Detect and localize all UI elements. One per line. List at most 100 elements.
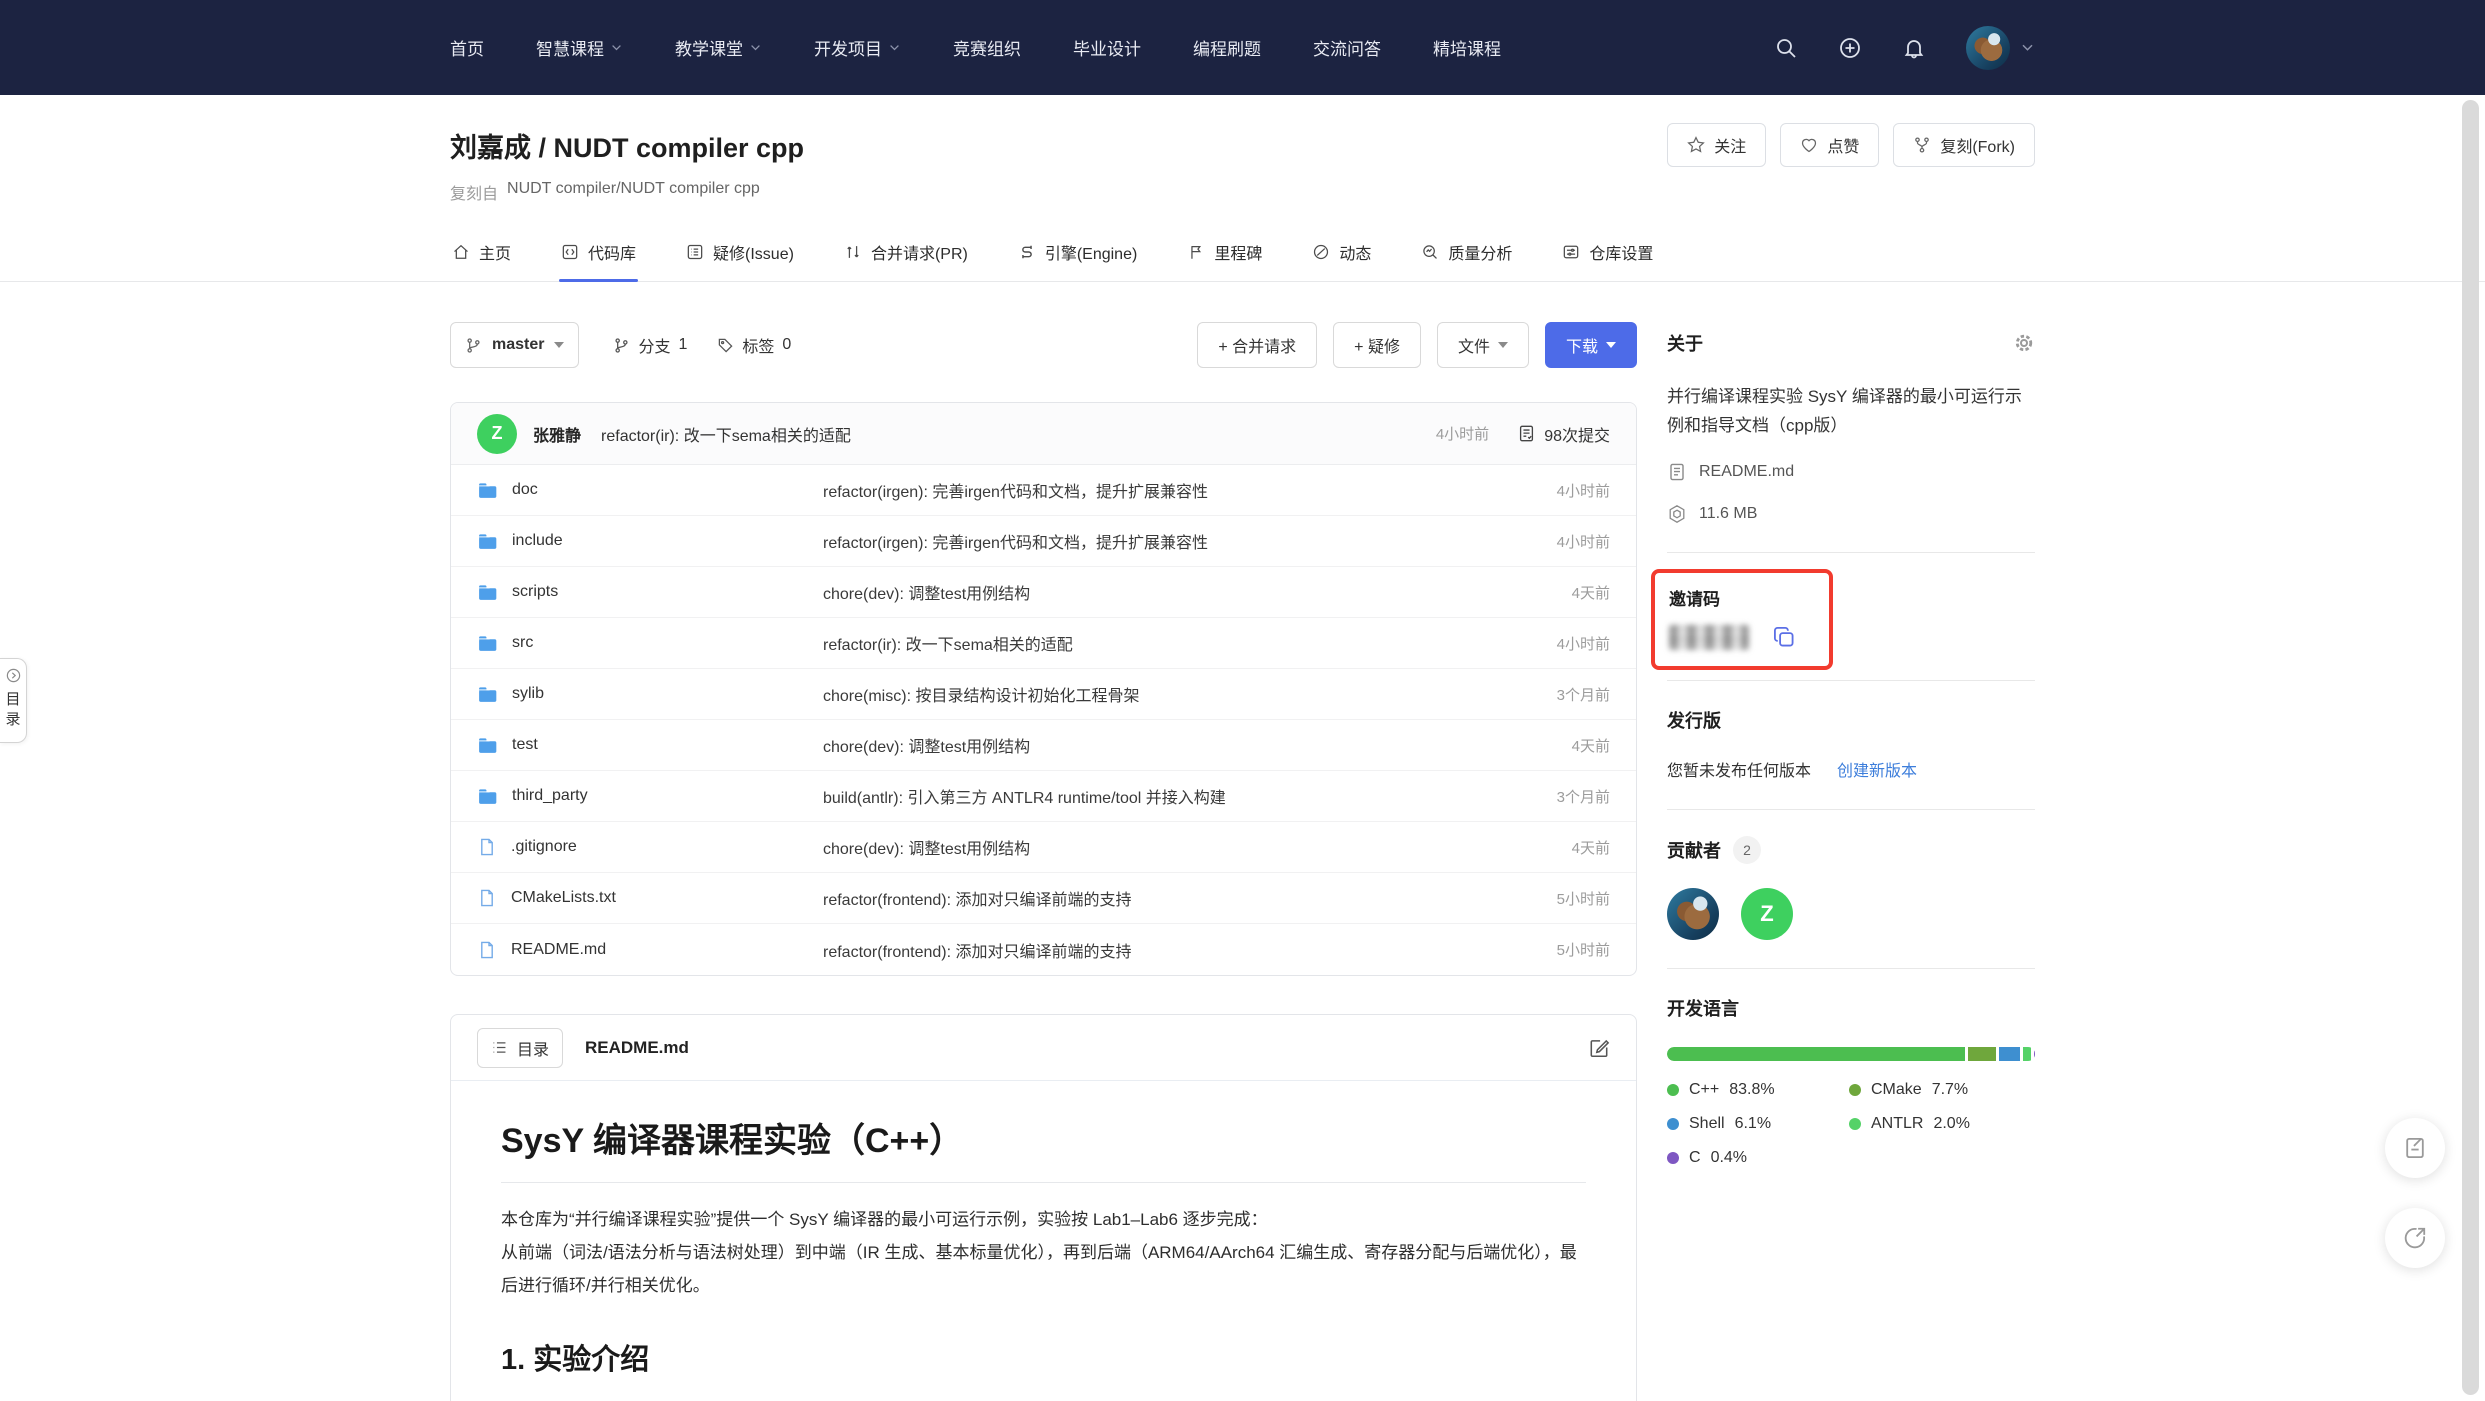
pull-request-icon (844, 243, 862, 261)
toc-button[interactable]: 目录 (477, 1028, 563, 1068)
repo-size: 11.6 MB (1667, 504, 2035, 524)
file-commit-message[interactable]: refactor(irgen): 完善irgen代码和文档，提升扩展兼容性 (823, 478, 1480, 502)
commit-author-avatar[interactable]: Z (477, 414, 517, 454)
watch-button[interactable]: 关注 (1667, 123, 1766, 167)
file-commit-message[interactable]: build(antlr): 引入第三方 ANTLR4 runtime/tool … (823, 784, 1480, 808)
file-commit-message[interactable]: chore(dev): 调整test用例结构 (823, 835, 1480, 859)
file-name-link[interactable]: third_party (477, 786, 823, 807)
copy-icon[interactable] (1771, 624, 1797, 650)
nav-item-home[interactable]: 首页 (450, 35, 484, 60)
tab-repo-settings[interactable]: 仓库设置 (1560, 228, 1655, 281)
tab-activity[interactable]: 动态 (1310, 228, 1373, 281)
download-button[interactable]: 下载 (1545, 322, 1637, 368)
latest-commit-row: Z 张雅静 refactor(ir): 改一下sema相关的适配 4小时前 98… (451, 403, 1636, 465)
file-name-link[interactable]: include (477, 531, 823, 552)
branch-select[interactable]: master (450, 322, 579, 368)
package-icon (1667, 504, 1687, 524)
file-commit-message[interactable]: refactor(frontend): 添加对只编译前端的支持 (823, 938, 1480, 962)
create-release-link[interactable]: 创建新版本 (1837, 757, 1917, 781)
contributor-avatar[interactable]: Z (1741, 888, 1793, 940)
file-name-link[interactable]: CMakeLists.txt (477, 888, 823, 908)
chevron-down-icon (749, 41, 762, 54)
share-button[interactable] (2385, 1208, 2445, 1268)
repo-description: 并行编译课程实验 SysY 编译器的最小可运行示例和指导文档（cpp版） (1667, 382, 2035, 440)
activity-icon (1312, 243, 1330, 261)
commit-author[interactable]: 张雅静 (533, 422, 581, 446)
nav-item-coding-practice[interactable]: 编程刷题 (1193, 35, 1261, 60)
commits-link[interactable]: 98次提交 (1517, 422, 1610, 446)
file-icon (477, 940, 497, 960)
file-commit-time: 4小时前 (1480, 531, 1610, 552)
language-list: C++ 83.8% CMake 7.7% Shell 6.1% (1667, 1081, 2035, 1167)
table-row: third_party build(antlr): 引入第三方 ANTLR4 r… (451, 771, 1636, 822)
folder-icon (477, 633, 498, 654)
tab-issue[interactable]: 疑修(Issue) (684, 228, 796, 281)
nav-item-competitions[interactable]: 竞赛组织 (953, 35, 1021, 60)
file-commit-message[interactable]: chore(dev): 调整test用例结构 (823, 733, 1480, 757)
forked-from-link[interactable]: NUDT compiler/NUDT compiler cpp (507, 180, 760, 204)
chevron-down-icon (610, 41, 623, 54)
home-icon (452, 243, 470, 261)
scrollbar[interactable] (2462, 100, 2479, 1395)
commit-time: 4小时前 (1436, 423, 1489, 444)
feedback-button[interactable] (2385, 1118, 2445, 1178)
branches-link[interactable]: 分支 1 (613, 333, 687, 357)
file-name-link[interactable]: sylib (477, 684, 823, 705)
nav-item-teaching[interactable]: 教学课堂 (675, 35, 762, 60)
tab-engine[interactable]: 引擎(Engine) (1016, 228, 1139, 281)
releases-empty-text: 您暂未发布任何版本 (1667, 757, 1811, 781)
file-name-link[interactable]: scripts (477, 582, 823, 603)
contributor-avatar[interactable] (1667, 888, 1719, 940)
tab-quality-analysis[interactable]: 质量分析 (1419, 228, 1514, 281)
chevron-down-icon (888, 41, 901, 54)
file-name-link[interactable]: .gitignore (477, 837, 823, 857)
tab-milestone[interactable]: 里程碑 (1185, 228, 1264, 281)
language-bar-segment (1999, 1047, 2021, 1061)
readme-link[interactable]: README.md (1667, 462, 2035, 482)
nav-item-smart-courses[interactable]: 智慧课程 (536, 35, 623, 60)
commit-message[interactable]: refactor(ir): 改一下sema相关的适配 (601, 422, 851, 446)
file-commit-message[interactable]: chore(misc): 按目录结构设计初始化工程骨架 (823, 682, 1480, 706)
file-name-link[interactable]: test (477, 735, 823, 756)
edit-icon[interactable] (1588, 1037, 1610, 1059)
language-item: Shell 6.1% (1667, 1115, 1849, 1133)
forked-from: 复刻自 NUDT compiler/NUDT compiler cpp (450, 180, 2035, 204)
tags-link[interactable]: 标签 0 (717, 333, 791, 357)
gear-icon[interactable] (2013, 332, 2035, 354)
fork-button[interactable]: 复刻(Fork) (1893, 123, 2035, 167)
search-icon[interactable] (1774, 36, 1798, 60)
avatar[interactable] (1966, 26, 2010, 70)
tab-code[interactable]: 代码库 (559, 228, 638, 281)
toc-side-tab[interactable]: 目录 (0, 658, 27, 743)
chevron-down-icon (1498, 342, 1508, 348)
nav-item-dev-projects[interactable]: 开发项目 (814, 35, 901, 60)
page-title: 刘嘉成 / NUDT compiler cpp (450, 126, 804, 165)
file-name-link[interactable]: src (477, 633, 823, 654)
file-commit-message[interactable]: refactor(frontend): 添加对只编译前端的支持 (823, 886, 1480, 910)
file-commit-message[interactable]: refactor(ir): 改一下sema相关的适配 (823, 631, 1480, 655)
tab-pull-request[interactable]: 合并请求(PR) (842, 228, 970, 281)
file-commit-message[interactable]: chore(dev): 调整test用例结构 (823, 580, 1480, 604)
file-commit-message[interactable]: refactor(irgen): 完善irgen代码和文档，提升扩展兼容性 (823, 529, 1480, 553)
language-bar-segment (2034, 1047, 2035, 1061)
folder-icon (477, 786, 498, 807)
file-commit-time: 4天前 (1480, 735, 1610, 756)
nav-item-qa[interactable]: 交流问答 (1313, 35, 1381, 60)
file-menu-button[interactable]: 文件 (1437, 322, 1529, 368)
issue-icon (686, 243, 704, 261)
user-menu[interactable] (1966, 26, 2035, 70)
nav-item-graduation[interactable]: 毕业设计 (1073, 35, 1141, 60)
new-issue-button[interactable]: + 疑修 (1333, 322, 1421, 368)
file-name-link[interactable]: README.md (477, 940, 823, 960)
file-name-link[interactable]: doc (477, 480, 823, 501)
chevron-down-icon (554, 342, 564, 348)
tab-home[interactable]: 主页 (450, 228, 513, 281)
nav-item-training[interactable]: 精培课程 (1433, 35, 1501, 60)
new-merge-request-button[interactable]: + 合并请求 (1197, 322, 1317, 368)
add-icon[interactable] (1838, 36, 1862, 60)
like-button[interactable]: 点赞 (1780, 123, 1879, 167)
table-row: test chore(dev): 调整test用例结构 4天前 (451, 720, 1636, 771)
notifications-icon[interactable] (1902, 36, 1926, 60)
invite-code-title: 邀请码 (1669, 585, 1815, 610)
milestone-flag-icon (1187, 243, 1205, 261)
